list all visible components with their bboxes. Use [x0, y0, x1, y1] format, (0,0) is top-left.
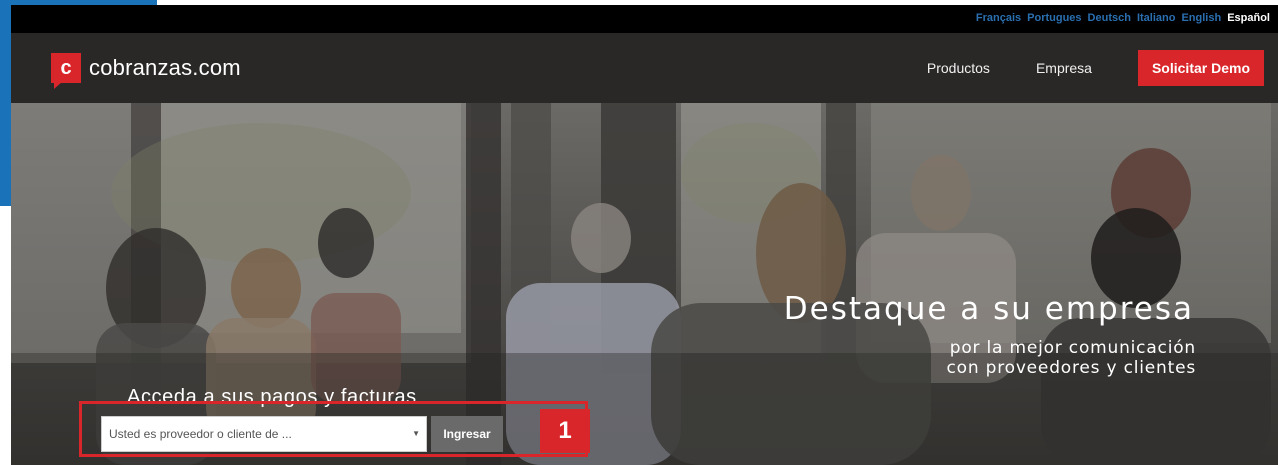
website-screenshot: Français Portugues Deutsch Italiano Engl… — [11, 5, 1278, 465]
chevron-down-icon: ▼ — [412, 429, 420, 438]
lang-italian[interactable]: Italiano — [1137, 12, 1176, 24]
logo-mark-icon: c — [51, 53, 81, 89]
hero-section: Destaque a su empresa por la mejor comun… — [11, 103, 1278, 465]
role-select-value: Usted es proveedor o cliente de ... — [109, 427, 292, 441]
site-logo[interactable]: c cobranzas.com — [51, 53, 241, 89]
lang-portuguese[interactable]: Portugues — [1027, 12, 1081, 24]
lang-english[interactable]: English — [1181, 12, 1221, 24]
lang-spanish[interactable]: Español — [1227, 12, 1270, 24]
request-demo-button[interactable]: Solicitar Demo — [1137, 50, 1264, 86]
nav-empresa[interactable]: Empresa — [1036, 60, 1092, 76]
language-bar: Français Portugues Deutsch Italiano Engl… — [11, 5, 1278, 33]
hero-subline-1: por la mejor comunicación — [949, 338, 1196, 358]
language-list: Français Portugues Deutsch Italiano Engl… — [976, 12, 1270, 24]
submit-button[interactable]: Ingresar — [431, 416, 503, 452]
step-number-badge: 1 — [540, 409, 590, 453]
lang-german[interactable]: Deutsch — [1088, 12, 1131, 24]
lang-french[interactable]: Français — [976, 12, 1021, 24]
nav-links: Productos Empresa Solicitar Demo — [927, 50, 1264, 86]
hero-headline: Destaque a su empresa — [783, 291, 1194, 327]
hero-subline-2: con proveedores y clientes — [946, 358, 1196, 378]
access-form-highlight: Usted es proveedor o cliente de ... ▼ In… — [79, 401, 588, 457]
nav-productos[interactable]: Productos — [927, 60, 990, 76]
main-navbar: c cobranzas.com Productos Empresa Solici… — [11, 33, 1278, 103]
role-select[interactable]: Usted es proveedor o cliente de ... ▼ — [101, 416, 427, 452]
logo-text: cobranzas.com — [89, 55, 241, 80]
